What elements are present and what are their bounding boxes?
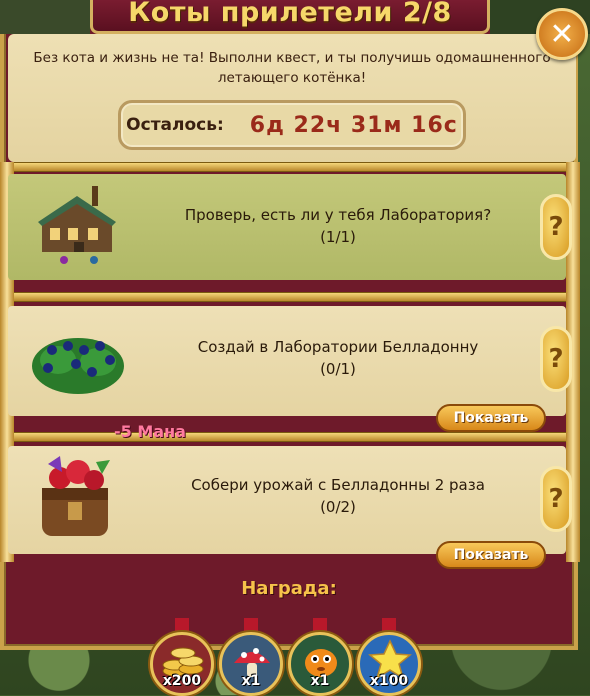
- quest-intro-text: Без кота и жизнь не та! Выполни квест, и…: [8, 48, 576, 88]
- reward-qty: x200: [162, 673, 202, 689]
- mana-cost-popup: -5 Мана: [114, 422, 186, 441]
- timer-box: Осталось: 6д 22ч 31м 16с: [118, 100, 466, 150]
- reward-gold[interactable]: x200: [150, 632, 214, 696]
- reward-creature[interactable]: x1: [288, 632, 352, 696]
- timer-value: 6д 22ч 31м 16с: [249, 112, 458, 138]
- task-3-text: Собери урожай с Белладонны 2 раза (0/2): [158, 474, 518, 518]
- laboratory-building-icon: [38, 186, 116, 264]
- quest-task-2: Создай в Лаборатории Белладонну (0/1) ?: [8, 306, 572, 416]
- quest-title: Коты прилетели 2/8: [128, 0, 452, 28]
- help-button[interactable]: ?: [540, 194, 572, 260]
- intro-line-1: Без кота и жизнь не та! Выполни квест, и…: [33, 50, 551, 66]
- help-button[interactable]: ?: [540, 466, 572, 532]
- task-progress: (0/1): [320, 360, 356, 378]
- task-2-text: Создай в Лаборатории Белладонну (0/1): [158, 336, 518, 380]
- reward-qty: x1: [310, 673, 330, 689]
- divider-rail: [0, 432, 578, 442]
- belladonna-bush-icon: [32, 338, 124, 394]
- question-icon: ?: [548, 212, 564, 242]
- reward-label: Награда:: [241, 578, 337, 599]
- reward-mushroom[interactable]: x1: [219, 632, 283, 696]
- quest-task-1: Проверь, есть ли у тебя Лаборатория? (1/…: [8, 174, 572, 280]
- close-icon: ✕: [549, 16, 575, 52]
- reward-qty: x1: [241, 673, 261, 689]
- show-button[interactable]: Показать: [436, 541, 546, 569]
- intro-line-2: летающего котёнка!: [217, 70, 367, 86]
- background-corner-left: [0, 0, 90, 34]
- question-icon: ?: [548, 484, 564, 514]
- timer-label: Осталось:: [126, 115, 224, 135]
- task-1-text: Проверь, есть ли у тебя Лаборатория? (1/…: [158, 204, 518, 248]
- harvest-bag-icon: [42, 456, 110, 536]
- task-progress: (1/1): [320, 228, 356, 246]
- show-button[interactable]: Показать: [436, 404, 546, 432]
- task-progress: (0/2): [320, 498, 356, 516]
- quest-description-panel: Без кота и жизнь не та! Выполни квест, и…: [8, 34, 576, 162]
- divider-rail: [0, 292, 578, 302]
- task-title: Проверь, есть ли у тебя Лаборатория?: [184, 206, 492, 224]
- divider-rail: [0, 162, 578, 172]
- close-button[interactable]: ✕: [536, 8, 588, 60]
- quest-task-3: Собери урожай с Белладонны 2 раза (0/2) …: [8, 446, 572, 554]
- reward-star[interactable]: x100: [357, 632, 421, 696]
- reward-qty: x100: [369, 673, 409, 689]
- task-title: Собери урожай с Белладонны 2 раза: [191, 476, 485, 494]
- question-icon: ?: [548, 344, 564, 374]
- quest-title-banner: Коты прилетели 2/8: [90, 0, 490, 34]
- task-title: Создай в Лаборатории Белладонну: [197, 338, 479, 356]
- help-button[interactable]: ?: [540, 326, 572, 392]
